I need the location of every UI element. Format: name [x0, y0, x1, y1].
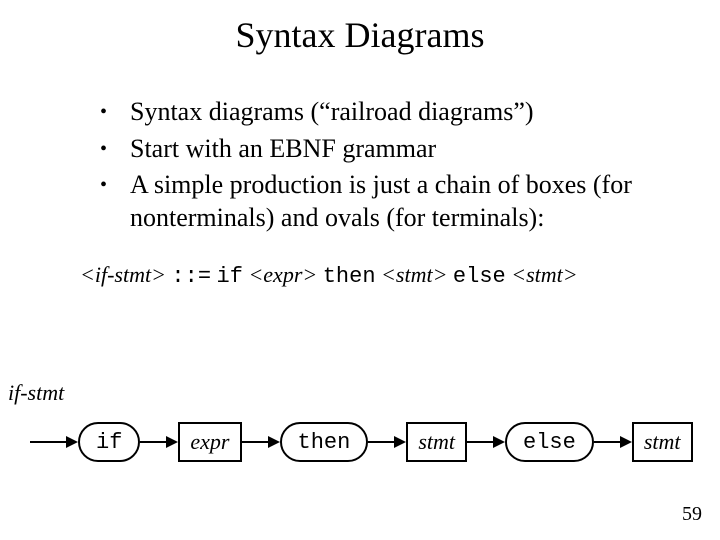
nonterminal-node-stmt: stmt — [632, 422, 693, 462]
rail-line — [368, 441, 394, 443]
rail-connector — [368, 436, 406, 448]
arrow-right-icon — [166, 436, 178, 448]
slide: Syntax Diagrams • Syntax diagrams (“rail… — [0, 0, 720, 540]
diagram-label: if-stmt — [8, 380, 64, 406]
rail-connector — [594, 436, 632, 448]
rail-connector — [140, 436, 178, 448]
arrow-right-icon — [620, 436, 632, 448]
rail-connector — [30, 436, 78, 448]
grammar-lhs: <if-stmt> — [80, 262, 166, 287]
grammar-nonterminal: <stmt> — [381, 262, 447, 287]
arrow-right-icon — [268, 436, 280, 448]
bullet-item: • Syntax diagrams (“railroad diagrams”) — [100, 96, 680, 129]
rail-line — [467, 441, 493, 443]
grammar-operator: ::= — [171, 264, 211, 289]
bullet-list: • Syntax diagrams (“railroad diagrams”) … — [100, 96, 680, 234]
rail-line — [242, 441, 268, 443]
arrow-right-icon — [493, 436, 505, 448]
page-number: 59 — [682, 503, 702, 526]
arrow-right-icon — [66, 436, 78, 448]
grammar-terminal: if — [217, 264, 243, 289]
nonterminal-node-stmt: stmt — [406, 422, 467, 462]
bullet-text: Syntax diagrams (“railroad diagrams”) — [130, 96, 680, 129]
grammar-terminal: else — [453, 264, 506, 289]
arrow-right-icon — [394, 436, 406, 448]
grammar-terminal: then — [323, 264, 376, 289]
terminal-node-else: else — [505, 422, 594, 462]
terminal-node-if: if — [78, 422, 140, 462]
bullet-dot-icon: • — [100, 133, 130, 165]
diagram-rail: if expr then stmt else — [30, 422, 693, 462]
rail-connector — [242, 436, 280, 448]
bullet-item: • A simple production is just a chain of… — [100, 169, 680, 234]
bullet-dot-icon: • — [100, 96, 130, 128]
terminal-node-then: then — [280, 422, 369, 462]
grammar-production: <if-stmt> ::= if <expr> then <stmt> else… — [80, 262, 720, 289]
bullet-text: Start with an EBNF grammar — [130, 133, 680, 166]
rail-connector — [467, 436, 505, 448]
bullet-dot-icon: • — [100, 169, 130, 201]
bullet-item: • Start with an EBNF grammar — [100, 133, 680, 166]
grammar-nonterminal: <stmt> — [511, 262, 577, 287]
slide-title: Syntax Diagrams — [0, 0, 720, 56]
nonterminal-node-expr: expr — [178, 422, 241, 462]
bullet-text: A simple production is just a chain of b… — [130, 169, 680, 234]
grammar-nonterminal: <expr> — [248, 262, 317, 287]
rail-line — [140, 441, 166, 443]
rail-line — [30, 441, 66, 443]
rail-line — [594, 441, 620, 443]
